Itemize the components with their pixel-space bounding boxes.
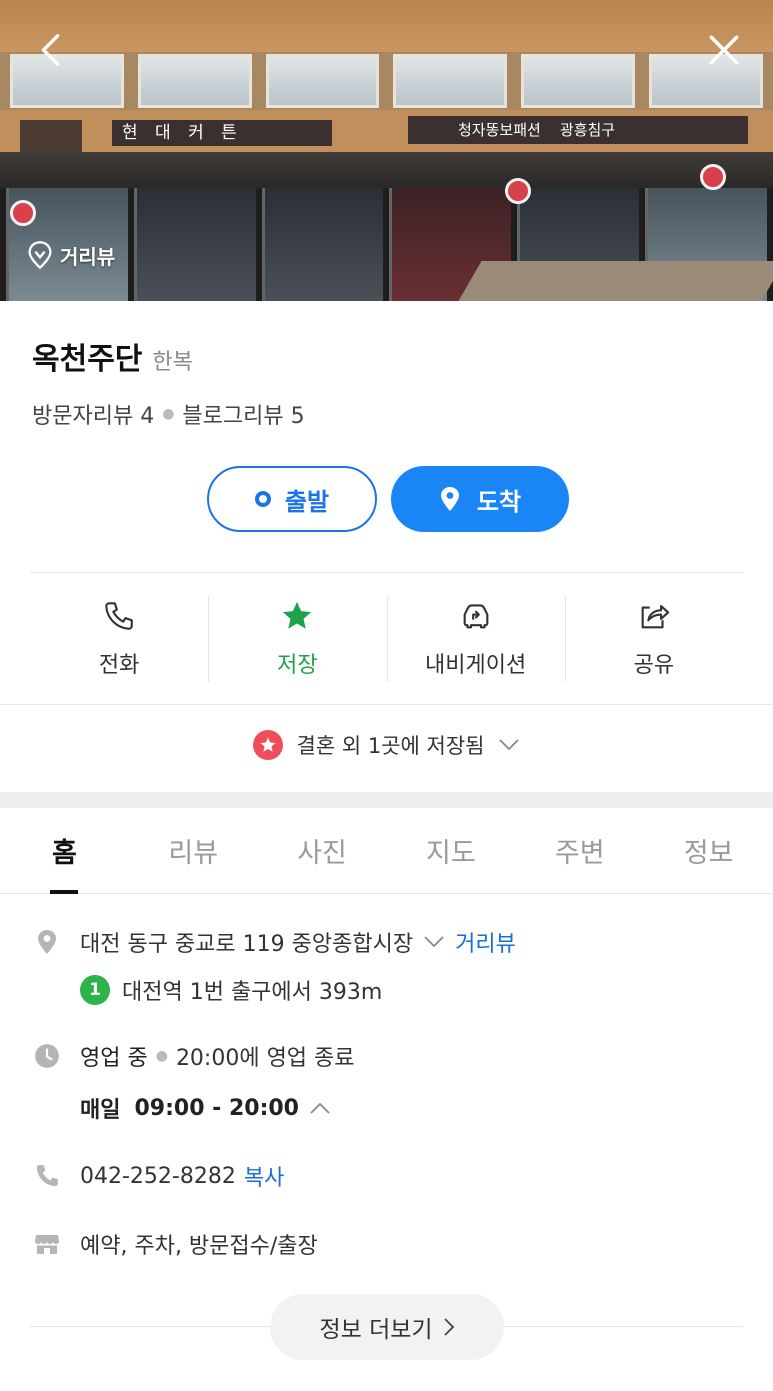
arrive-button[interactable]: 도착	[391, 466, 569, 532]
share-label: 공유	[633, 653, 675, 678]
location-pin-icon	[32, 929, 62, 955]
star-icon	[283, 601, 312, 629]
hours-time: 09:00 - 20:00	[134, 1095, 299, 1121]
saved-star-badge-icon	[252, 730, 283, 760]
shop-sign-curtain: 현 대 커 튼	[112, 120, 332, 146]
saved-folders-toggle[interactable]: 결혼 외 1곳에 저장됨	[0, 730, 773, 760]
close-button[interactable]	[700, 26, 748, 74]
origin-dot-icon	[254, 491, 271, 507]
subway-line-badge: 1	[80, 975, 110, 1005]
hours-detail-row[interactable]: 매일 09:00 - 20:00	[80, 1092, 341, 1124]
hours-row: 영업 중 ● 20:00에 영업 종료	[32, 1040, 355, 1072]
call-button[interactable]: 전화	[30, 584, 208, 694]
business-status: 영업 중	[80, 1046, 148, 1071]
chevron-left-icon	[41, 34, 60, 66]
saved-folders-text: 결혼 외 1곳에 저장됨	[296, 734, 485, 758]
lantern	[505, 178, 531, 204]
shop-sign-band: 현 대 커 튼 청자똥보패션 광흥침구	[0, 110, 773, 152]
depart-label: 출발	[284, 487, 330, 516]
sidewalk	[458, 261, 773, 301]
arrive-label: 도착	[476, 487, 522, 516]
phone-row: 042-252-8282 복사	[32, 1160, 284, 1192]
roadview-badge[interactable]: 거리뷰	[26, 240, 115, 270]
blog-reviews-link[interactable]: 블로그리뷰 5	[182, 398, 304, 430]
tab-nearby[interactable]: 주변	[515, 808, 644, 893]
place-category: 한복	[152, 350, 193, 375]
map-pin-icon	[440, 487, 459, 511]
more-info-label: 정보 더보기	[319, 1317, 433, 1343]
phone-icon	[32, 1163, 62, 1189]
more-info-button[interactable]: 정보 더보기	[270, 1294, 504, 1360]
divider	[30, 572, 743, 573]
building-windows	[0, 52, 773, 110]
close-icon	[709, 35, 739, 65]
address-row: 대전 동구 중교로 119 중앙종합시장 거리뷰	[32, 926, 516, 958]
share-icon	[641, 605, 670, 629]
back-button[interactable]	[28, 26, 76, 74]
save-button[interactable]: 저장	[208, 584, 386, 694]
review-summary: 방문자리뷰 4 ● 블로그리뷰 5	[32, 398, 305, 430]
tab-photos[interactable]: 사진	[258, 808, 387, 893]
roadview-label: 거리뷰	[60, 244, 116, 269]
map-pin-icon	[28, 241, 52, 270]
car-navigation-icon	[463, 604, 489, 629]
separator-dot: ●	[162, 406, 175, 422]
chevron-down-icon	[499, 739, 520, 751]
phone-number[interactable]: 042-252-8282	[80, 1164, 236, 1189]
hours-day: 매일	[80, 1098, 121, 1123]
separator-dot: ●	[155, 1048, 168, 1064]
storefront-awning	[0, 152, 773, 188]
address-text: 대전 동구 중교로 119 중앙종합시장	[80, 932, 414, 957]
place-title: 옥천주단 한복	[32, 334, 193, 378]
roadview-link[interactable]: 거리뷰	[455, 926, 516, 958]
store-icon	[32, 1231, 62, 1257]
save-label: 저장	[277, 653, 318, 678]
lantern	[10, 200, 36, 226]
tab-reviews[interactable]: 리뷰	[129, 808, 258, 893]
shop-sign-fashion: 청자똥보패션 광흥침구	[408, 116, 748, 144]
tab-info[interactable]: 정보	[644, 808, 773, 893]
call-label: 전화	[98, 653, 140, 678]
tab-home[interactable]: 홈	[0, 808, 129, 893]
navigation-button[interactable]: 내비게이션	[386, 584, 565, 694]
tab-map[interactable]: 지도	[386, 808, 515, 893]
tab-bar: 홈 리뷰 사진 지도 주변 정보	[0, 808, 773, 894]
facilities-text: 예약, 주차, 방문접수/출장	[80, 1234, 318, 1259]
navigation-label: 내비게이션	[425, 653, 527, 678]
share-button[interactable]: 공유	[564, 584, 743, 694]
depart-button[interactable]: 출발	[207, 466, 377, 532]
chevron-up-icon[interactable]	[309, 1101, 331, 1115]
lantern	[700, 164, 726, 190]
place-name: 옥천주단	[32, 342, 143, 377]
action-bar: 전화 저장 내비게이션 공유	[30, 584, 743, 694]
building-facade	[0, 0, 773, 52]
clock-icon	[32, 1043, 62, 1069]
facilities-row: 예약, 주차, 방문접수/출장	[32, 1228, 318, 1260]
subway-row: 1 대전역 1번 출구에서 393m	[80, 974, 382, 1006]
closing-time: 20:00에 영업 종료	[175, 1046, 355, 1071]
roadview-photo[interactable]: 현 대 커 튼 청자똥보패션 광흥침구	[0, 0, 773, 301]
chevron-right-icon	[443, 1318, 454, 1336]
route-buttons: 출발 도착	[207, 466, 569, 532]
section-gap	[0, 792, 773, 808]
divider	[0, 704, 773, 705]
chevron-down-icon[interactable]	[423, 935, 445, 949]
copy-button[interactable]: 복사	[244, 1160, 284, 1192]
subway-text: 대전역 1번 출구에서 393m	[122, 980, 383, 1005]
visitor-reviews-link[interactable]: 방문자리뷰 4	[32, 398, 154, 430]
phone-icon	[105, 602, 133, 630]
